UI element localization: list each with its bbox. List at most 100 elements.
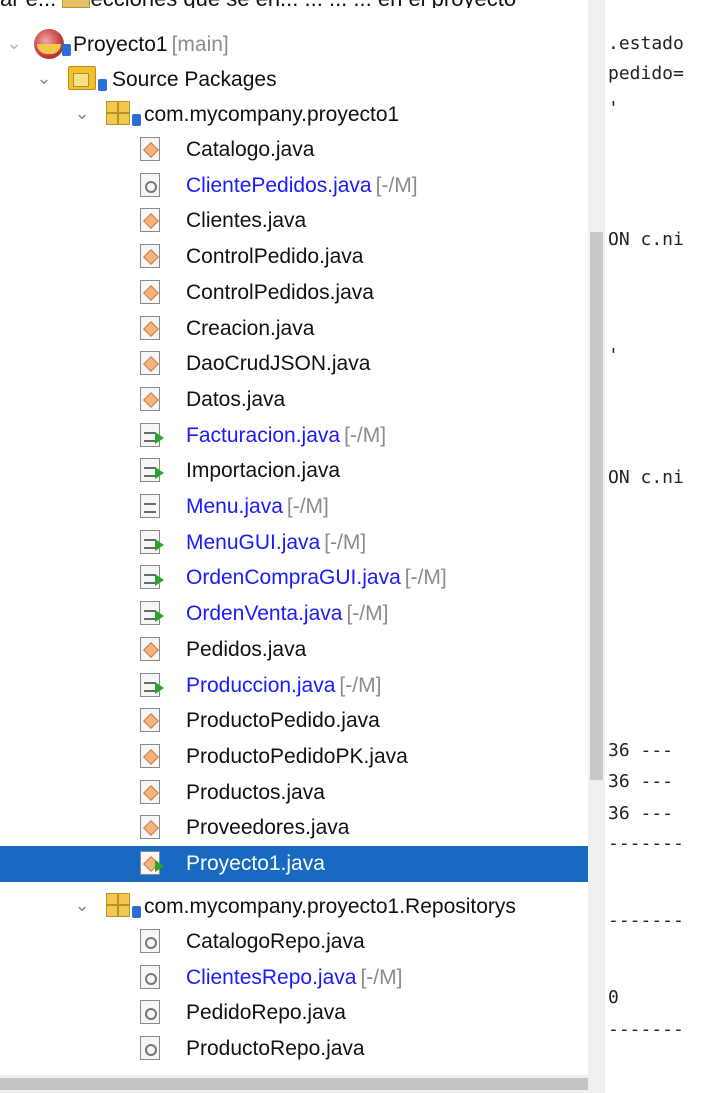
interface-icon [140, 1036, 160, 1061]
file-name: MenuGUI.java [186, 530, 321, 554]
chevron-down-icon[interactable]: ⌄ [72, 101, 92, 125]
tree-item-file[interactable]: OrdenVenta.java [-/M] [0, 596, 588, 632]
form-icon [140, 279, 160, 304]
vertical-scrollbar-thumb[interactable] [590, 232, 603, 780]
git-badge-icon [132, 906, 141, 918]
project-tree[interactable]: ⌄ Proyecto1 [main] ⌄ Source Packages ⌄ co… [0, 0, 588, 1093]
code-editor[interactable]: .estado pedido= ' ON c.ni ' ON c.ni 36 -… [605, 0, 702, 1093]
tree-item-source-packages[interactable]: ⌄ Source Packages [0, 62, 588, 98]
vcs-status: [-/M] [360, 965, 403, 989]
chevron-down-icon[interactable]: ⌄ [4, 31, 24, 55]
form-icon [140, 386, 160, 411]
form-icon [140, 137, 160, 161]
file-name: ControlPedido.java [186, 245, 364, 269]
tree-item-file[interactable]: Menu.java [-/M] [0, 489, 588, 525]
file-name: ControlPedidos.java [186, 280, 374, 304]
tree-item-file[interactable]: ProductoPedido.java [0, 703, 588, 739]
tree-item-file[interactable]: Importacion.java [0, 453, 588, 489]
tree-item-file[interactable]: Productos.java [0, 775, 588, 811]
runnable-form-icon [140, 851, 164, 875]
tree-item-file[interactable]: PedidoRepo.java [0, 995, 588, 1031]
tree-item-file[interactable]: Facturacion.java [-/M] [0, 418, 588, 454]
vcs-status: [-/M] [346, 602, 389, 626]
vertical-scrollbar[interactable] [588, 0, 605, 1093]
vcs-status: [-/M] [324, 530, 367, 554]
code-line: 36 --- [608, 771, 674, 792]
tree-item-file[interactable]: CatalogoRepo.java [0, 924, 588, 960]
runnable-class-icon [140, 672, 164, 697]
interface-icon [140, 929, 160, 953]
tree-item-project[interactable]: ⌄ Proyecto1 [main] [0, 27, 588, 63]
form-icon [140, 208, 160, 233]
interface-icon [140, 964, 160, 989]
code-line: 0 [608, 987, 619, 1008]
file-name: Menu.java [186, 495, 283, 518]
code-line: ON c.ni [608, 467, 684, 488]
interface-icon [140, 1000, 160, 1025]
tree-item-file[interactable]: DaoCrudJSON.java [0, 346, 588, 382]
tree-item-file[interactable]: ProductoPedidoPK.java [0, 739, 588, 775]
code-line: ------- [608, 910, 684, 931]
file-name: Proyecto1.java [186, 852, 325, 875]
class-icon [140, 494, 160, 518]
git-badge-icon [132, 114, 141, 126]
chevron-down-icon[interactable]: ⌄ [34, 66, 54, 90]
runnable-class-icon [140, 458, 164, 483]
vcs-status: [-/M] [404, 566, 447, 590]
code-line: ' [608, 345, 619, 366]
vcs-status: [-/M] [375, 173, 418, 197]
chevron-down-icon[interactable]: ⌄ [72, 893, 92, 917]
tree-item-file[interactable]: Proyecto1.java [0, 846, 588, 882]
vcs-status: [-/M] [286, 495, 329, 518]
form-icon [140, 743, 160, 768]
tree-item-file[interactable]: MenuGUI.java [-/M] [0, 525, 588, 561]
tree-item-file[interactable]: Proveedores.java [0, 810, 588, 846]
package-icon [106, 101, 130, 125]
tree-item-file[interactable]: Pedidos.java [0, 632, 588, 668]
tree-item-file[interactable]: Produccion.java [-/M] [0, 668, 588, 704]
file-name: Clientes.java [186, 209, 307, 233]
project-name: Proyecto1 [73, 33, 168, 56]
form-icon [140, 315, 160, 340]
code-line: ------- [608, 1019, 684, 1040]
tree-item-file[interactable]: ProductoRepo.java [0, 1031, 588, 1067]
package-label: com.mycompany.proyecto1 [144, 103, 400, 126]
tree-item-package[interactable]: ⌄ com.mycompany.proyecto1 [0, 97, 588, 133]
horizontal-scrollbar[interactable] [0, 1075, 588, 1093]
code-line: 36 --- [608, 740, 674, 761]
file-name: Creacion.java [186, 316, 315, 340]
horizontal-scrollbar-thumb[interactable] [0, 1078, 588, 1090]
source-packages-label: Source Packages [112, 68, 277, 91]
code-line: pedido= [608, 63, 684, 84]
file-name: Facturacion.java [186, 423, 341, 447]
tree-item-file[interactable]: Catalogo.java [0, 132, 588, 168]
vcs-status: [-/M] [344, 423, 387, 447]
project-branch: [main] [171, 33, 229, 56]
runnable-class-icon [140, 529, 164, 554]
interface-icon [140, 172, 160, 197]
runnable-class-icon [140, 565, 164, 590]
file-name: ClientesRepo.java [186, 965, 357, 989]
form-icon [140, 708, 160, 733]
git-badge-icon [98, 79, 107, 91]
file-name: Pedidos.java [186, 637, 307, 661]
file-name: OrdenCompraGUI.java [186, 566, 401, 590]
file-name: Datos.java [186, 387, 286, 411]
file-name: Produccion.java [186, 673, 336, 697]
git-badge-icon [62, 44, 71, 56]
tree-item-file[interactable]: Clientes.java [0, 203, 588, 239]
tree-item-file[interactable]: ClientesRepo.java [-/M] [0, 960, 588, 996]
tree-item-file[interactable]: ClientePedidos.java [-/M] [0, 168, 588, 204]
tree-item-file[interactable]: OrdenCompraGUI.java [-/M] [0, 560, 588, 596]
file-name: ClientePedidos.java [186, 173, 372, 197]
tree-item-file[interactable]: ControlPedidos.java [0, 275, 588, 311]
file-name: Importacion.java [186, 459, 341, 483]
form-icon [140, 636, 160, 661]
form-icon [140, 815, 160, 840]
tree-item-file[interactable]: Datos.java [0, 382, 588, 418]
tree-item-package[interactable]: ⌄ com.mycompany.proyecto1.Repositorys [0, 889, 588, 925]
vcs-status: [-/M] [339, 673, 382, 697]
tree-item-file[interactable]: ControlPedido.java [0, 239, 588, 275]
tree-item-file[interactable]: Creacion.java [0, 311, 588, 347]
package-icon [106, 893, 130, 917]
